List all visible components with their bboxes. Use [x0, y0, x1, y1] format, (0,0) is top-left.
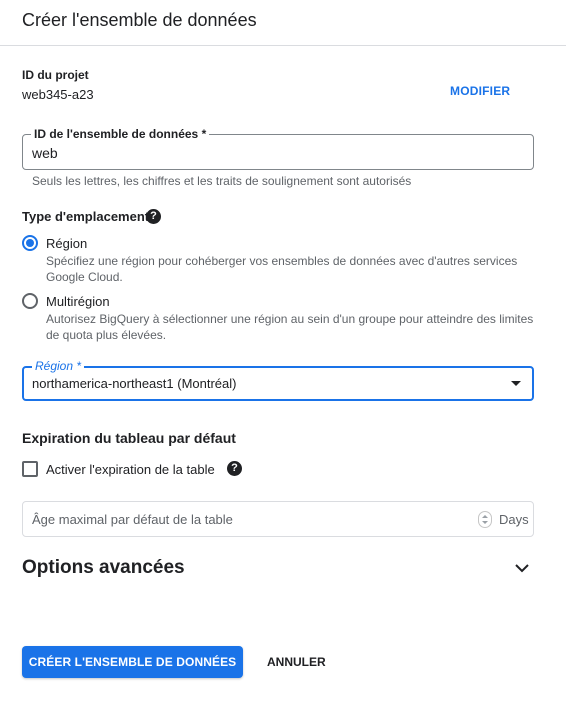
max-age-input[interactable]: Âge maximal par défaut de la table Days	[22, 501, 534, 537]
max-age-unit: Days	[499, 512, 529, 527]
stepper-down-icon	[482, 521, 488, 524]
max-age-stepper[interactable]	[478, 511, 492, 528]
region-select-label: Région *	[32, 359, 85, 373]
cancel-button[interactable]: ANNULER	[261, 646, 332, 678]
region-radio-label: Région	[46, 236, 88, 251]
project-id-value: web345-a23	[22, 87, 94, 102]
region-select-value: northamerica-northeast1 (Montréal)	[32, 376, 237, 391]
advanced-options-title[interactable]: Options avancées	[22, 557, 185, 579]
expiration-help-icon[interactable]: ?	[227, 461, 242, 476]
create-dataset-button[interactable]: CRÉER L'ENSEMBLE DE DONNÉES	[22, 646, 243, 678]
expiration-title: Expiration du tableau par défaut	[22, 430, 236, 446]
multiregion-radio[interactable]	[22, 293, 38, 309]
region-radio-description: Spécifiez une région pour cohéberger vos…	[46, 254, 518, 284]
project-id-label: ID du projet	[22, 68, 89, 82]
region-radio[interactable]	[22, 235, 38, 251]
multiregion-radio-description: Autorisez BigQuery à sélectionner une ré…	[46, 312, 534, 342]
region-select[interactable]: Région * northamerica-northeast1 (Montré…	[22, 359, 534, 401]
multiregion-radio-label: Multirégion	[46, 294, 110, 309]
dropdown-arrow-icon	[511, 381, 521, 386]
stepper-up-icon	[482, 515, 488, 518]
modify-project-button[interactable]: MODIFIER	[446, 84, 514, 104]
dialog-title: Créer l'ensemble de données	[22, 10, 257, 30]
dataset-id-label: ID de l'ensemble de données *	[31, 127, 210, 141]
enable-expiration-checkbox[interactable]	[22, 461, 38, 477]
dialog-header: Créer l'ensemble de données	[0, 0, 566, 46]
dataset-id-value: web	[32, 145, 58, 161]
location-type-title: Type d'emplacement	[22, 209, 150, 224]
enable-expiration-label: Activer l'expiration de la table	[46, 462, 215, 477]
location-help-icon[interactable]: ?	[146, 209, 161, 224]
dataset-id-hint: Seuls les lettres, les chiffres et les t…	[32, 174, 412, 188]
dataset-id-field[interactable]: ID de l'ensemble de données * web	[22, 127, 534, 170]
max-age-placeholder: Âge maximal par défaut de la table	[32, 512, 233, 527]
chevron-down-icon[interactable]	[514, 560, 530, 576]
